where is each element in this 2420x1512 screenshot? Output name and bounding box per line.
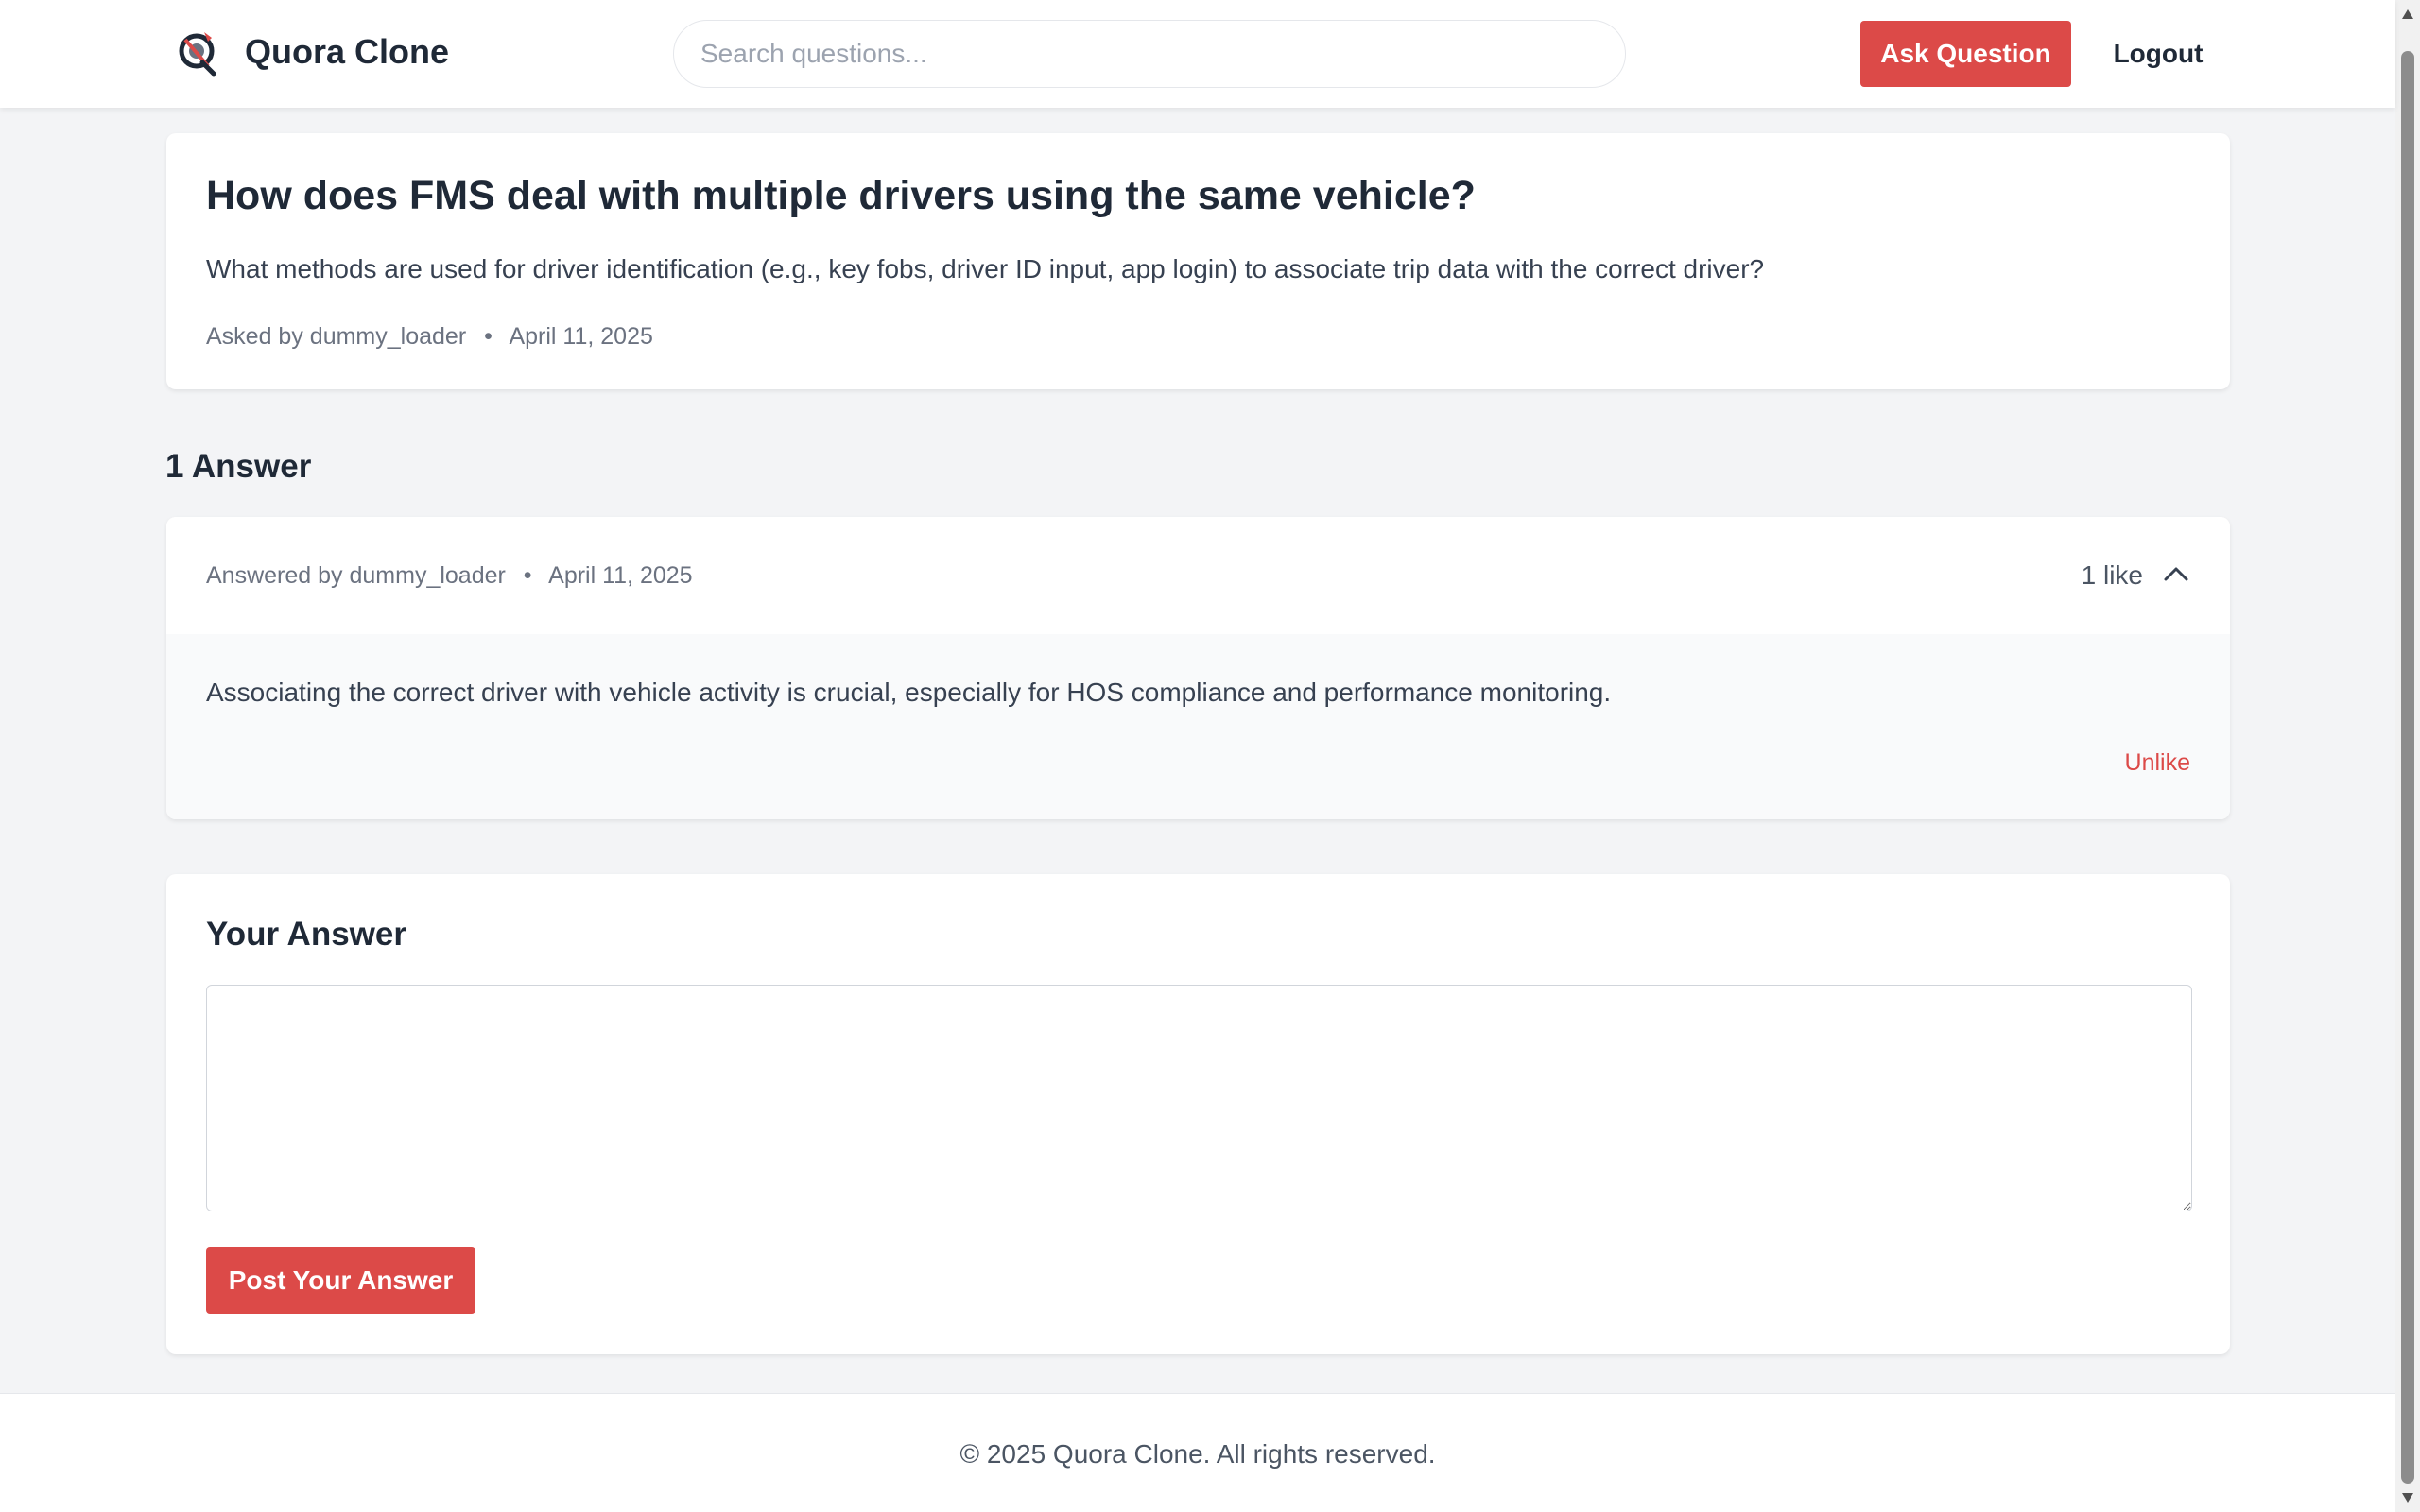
answer-card: Answered by dummy_loader • April 11, 202… [166,517,2230,819]
answers-count-heading: 1 Answer [165,448,312,485]
footer: © 2025 Quora Clone. All rights reserved. [0,1393,2395,1512]
answer-date: April 11, 2025 [548,562,693,589]
answer-author: dummy_loader [349,562,506,589]
post-answer-button[interactable]: Post Your Answer [206,1247,475,1314]
question-body: What methods are used for driver identif… [206,254,1765,284]
question-date: April 11, 2025 [509,323,653,350]
question-author: dummy_loader [309,323,467,350]
logout-button[interactable]: Logout [2097,21,2220,87]
search-input[interactable] [673,20,1626,88]
answer-header[interactable]: Answered by dummy_loader • April 11, 202… [166,517,2230,634]
top-navbar: Quora Clone Ask Question Logout [0,0,2395,108]
answer-text: Associating the correct driver with vehi… [206,678,1612,707]
question-meta: Asked by dummy_loader • April 11, 2025 [206,323,653,351]
asked-by-label: Asked by [206,323,303,350]
meta-separator: • [523,562,532,589]
like-count: 1 like [2081,560,2143,590]
vertical-scrollbar[interactable] [2395,0,2420,1512]
answer-textarea[interactable] [206,985,2192,1211]
scroll-up-arrow-icon[interactable] [2402,9,2413,19]
scroll-down-arrow-icon[interactable] [2402,1493,2413,1503]
question-card: How does FMS deal with multiple drivers … [166,133,2230,389]
ask-question-button[interactable]: Ask Question [1860,21,2071,87]
your-answer-card: Your Answer Post Your Answer [166,874,2230,1354]
meta-separator: • [484,323,493,350]
question-title: How does FMS deal with multiple drivers … [206,173,1476,218]
answer-meta: Answered by dummy_loader • April 11, 202… [206,562,693,590]
footer-copyright: © 2025 Quora Clone. All rights reserved. [959,1439,1436,1469]
page: Quora Clone Ask Question Logout How does… [0,0,2395,1512]
answered-by-label: Answered by [206,562,343,589]
brand-name[interactable]: Quora Clone [245,32,449,72]
unlike-button[interactable]: Unlike [2125,749,2190,777]
scrollbar-thumb[interactable] [2401,51,2414,1484]
your-answer-title: Your Answer [206,916,406,953]
chevron-up-icon[interactable] [2162,562,2190,587]
answer-body: Associating the correct driver with vehi… [166,634,2230,819]
logo-icon[interactable] [176,28,221,77]
